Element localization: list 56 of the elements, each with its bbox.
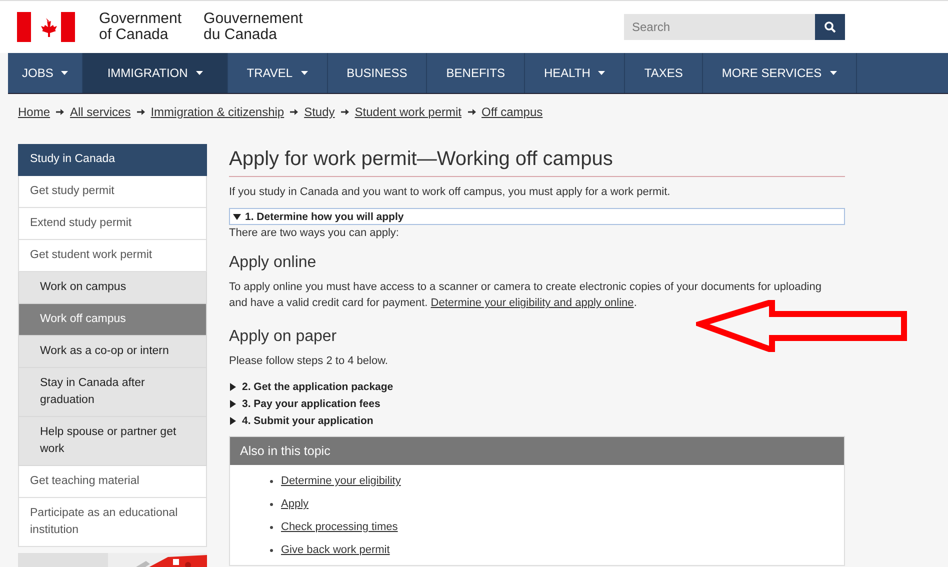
intro-text: If you study in Canada and you want to work off campus, you must apply for a work permit. — [229, 185, 672, 200]
flag-logo — [17, 12, 75, 42]
section-heading: Apply on paper — [229, 329, 338, 345]
collapsed-section-toggle[interactable]: 3. Pay your application fees — [229, 396, 845, 412]
caret-icon — [598, 71, 606, 75]
caret-icon — [196, 71, 203, 75]
breadcrumb-link[interactable]: Off campus — [482, 105, 543, 119]
sidebar-item[interactable]: Get study permit — [18, 176, 207, 208]
breadcrumb-link[interactable]: Home — [18, 105, 50, 119]
breadcrumb-link[interactable]: Student work permit — [354, 105, 462, 119]
related-link[interactable]: Determine your eligibility — [281, 473, 401, 489]
expanded-section-toggle[interactable]: 1. Determine how you will apply — [229, 208, 845, 225]
bullet-icon — [270, 548, 273, 552]
panel-title: Also in this topic — [230, 437, 844, 465]
sidebar-item[interactable]: Stay in Canada after graduation — [18, 368, 207, 417]
arrow-icon — [290, 109, 298, 115]
sidebar-item[interactable]: Work as a co-op or intern — [18, 336, 207, 368]
sidebar-item[interactable]: Participate as an educational institution — [18, 498, 207, 547]
sidebar-item[interactable]: Help spouse or partner get work — [18, 417, 207, 466]
sidebar-item[interactable]: Get teaching material — [18, 466, 207, 498]
bullet-icon — [270, 502, 273, 506]
sidebar-item[interactable]: Study in Canada — [18, 144, 207, 176]
bullet-icon — [270, 526, 273, 528]
caret-icon — [830, 71, 837, 75]
related-link[interactable]: Apply — [281, 496, 309, 512]
eligibility-link[interactable]: Determine your eligibility and apply online — [430, 297, 634, 309]
government-name-french: Gouvernement du Canada — [204, 11, 303, 43]
government-name: Government of Canada — [99, 11, 182, 43]
arrow-icon — [136, 109, 145, 115]
breadcrumb-link[interactable]: All services — [70, 105, 131, 119]
nav-menu-item[interactable]: BUSINESS — [328, 53, 428, 93]
bullet-icon — [270, 480, 273, 482]
arrow-icon — [468, 109, 476, 115]
sidebar-item[interactable]: Work off campus — [18, 304, 207, 336]
paragraph: To apply online you must have access to a scanner or camera to create electronic copies of your documents for uploading and have a valid credit card for payment. Determine your eligibility and apply online. — [229, 280, 822, 311]
caret-icon — [300, 71, 308, 75]
search-field[interactable]: Search — [624, 14, 815, 40]
body-text: There are two ways you can apply: — [229, 226, 400, 241]
search-button[interactable] — [815, 14, 845, 40]
sidebar-item[interactable]: Extend study permit — [18, 208, 207, 240]
breadcrumb-link[interactable]: Study — [304, 105, 335, 119]
arrow-icon — [340, 109, 349, 115]
section-heading: Apply online — [229, 255, 318, 271]
body-text: Please follow steps 2 to 4 below. — [229, 354, 389, 369]
arrow-icon — [56, 109, 64, 115]
sidebar-item[interactable]: Get student work permit — [18, 240, 207, 272]
related-link[interactable]: Give back work permit — [281, 542, 390, 558]
page-title: Apply for work permit—Working off campus — [229, 148, 845, 177]
breadcrumb-link[interactable]: Immigration & citizenship — [150, 105, 284, 119]
sidebar-item[interactable]: Work on campus — [18, 272, 207, 304]
caret-icon — [61, 71, 68, 75]
search-icon — [824, 21, 836, 33]
collapsed-section-toggle[interactable]: 4. Submit your application — [229, 413, 845, 429]
collapsed-section-toggle[interactable]: 2. Get the application package — [229, 379, 845, 395]
related-link[interactable]: Check processing times — [281, 519, 398, 535]
nav-menu-item[interactable]: IMMIGRATION — [83, 53, 228, 93]
